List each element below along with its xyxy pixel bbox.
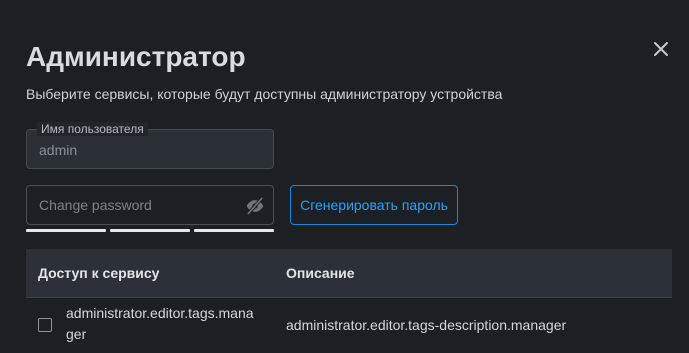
password-strength-segment [194,229,274,232]
column-header-service-access: Доступ к сервису [38,265,160,281]
password-input[interactable] [39,195,239,215]
service-name-cell: administrator.editor.tags.manager [66,305,254,342]
table-row: administrator.editor.tags.manager admini… [26,298,672,353]
services-table: Доступ к сервису Описание administrator.… [26,249,672,353]
dialog-subtitle: Выберите сервисы, которые будут доступны… [26,86,503,102]
eye-off-icon[interactable] [245,196,265,216]
username-value: admin [39,142,78,158]
password-strength-segment [26,229,106,232]
service-checkbox[interactable] [38,318,52,332]
administrator-dialog: Администратор Выберите сервисы, которые … [0,0,689,353]
table-header: Доступ к сервису Описание [26,249,672,298]
dialog-title: Администратор [26,41,246,72]
username-field[interactable]: Имя пользователя admin [26,122,274,169]
service-description-cell: administrator.editor.tags-description.ma… [286,317,567,333]
generate-password-button[interactable]: Сгенерировать пароль [290,185,458,225]
password-strength-segment [110,229,190,232]
username-label: Имя пользователя [37,122,148,136]
password-field [26,185,274,225]
column-header-description: Описание [286,265,355,281]
close-icon[interactable] [650,38,672,60]
